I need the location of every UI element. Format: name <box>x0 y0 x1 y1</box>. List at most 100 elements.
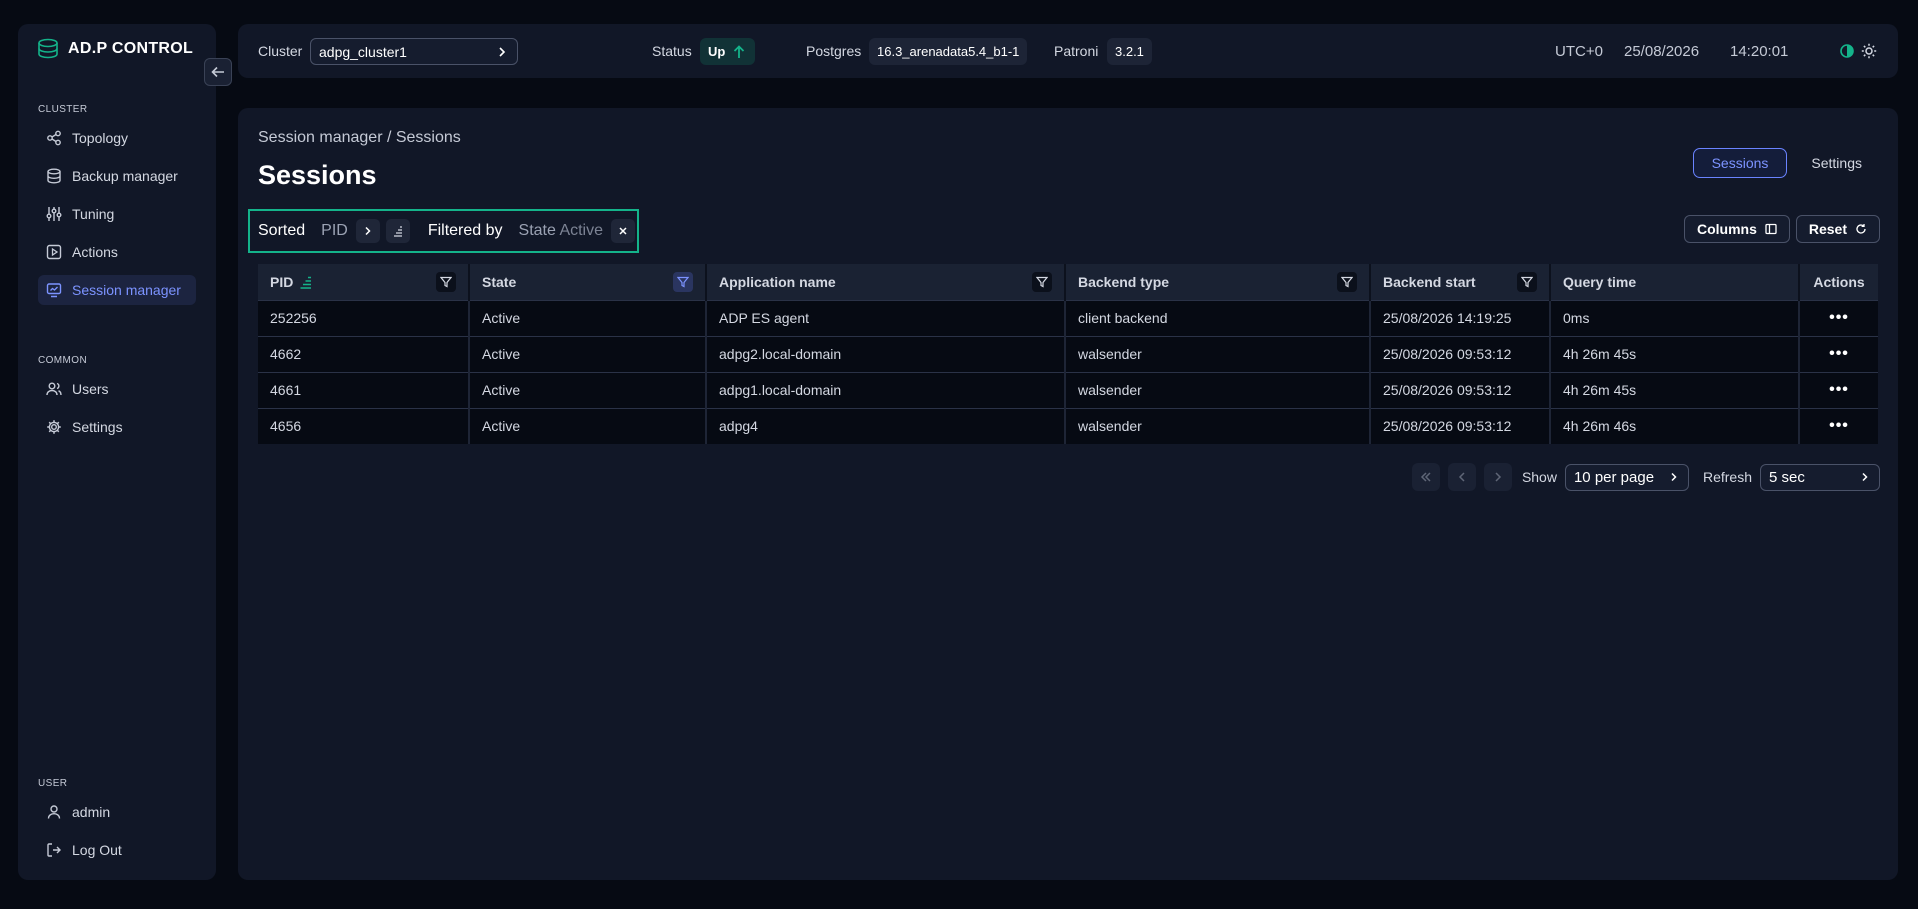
cell-pid: 252256 <box>258 299 470 336</box>
sidebar-item-logout[interactable]: Log Out <box>38 835 196 865</box>
collapse-sidebar-button[interactable] <box>204 58 232 86</box>
tab-sessions[interactable]: Sessions <box>1692 148 1788 178</box>
sort-desc-icon <box>300 276 312 289</box>
contrast-icon[interactable] <box>1839 43 1855 59</box>
first-page-button[interactable] <box>1411 463 1440 491</box>
sort-field-button[interactable] <box>355 219 380 243</box>
filter-icon <box>1521 276 1533 288</box>
sidebar-item-tuning[interactable]: Tuning <box>38 199 196 229</box>
column-header-state[interactable]: State <box>469 264 707 300</box>
cell-query-time: 4h 26m 45s <box>1550 371 1800 408</box>
status-label: Status <box>652 43 692 59</box>
cluster-value: adpg_cluster1 <box>319 43 407 60</box>
arrow-up-icon <box>734 44 745 58</box>
chevron-right-icon <box>499 47 506 57</box>
row-actions-button[interactable]: ••• <box>1829 309 1849 326</box>
row-actions-button[interactable]: ••• <box>1829 417 1849 434</box>
columns-button[interactable]: Columns <box>1683 215 1790 243</box>
cell-actions: ••• <box>1799 407 1878 444</box>
filter-button-application-name[interactable] <box>1032 271 1052 292</box>
main-panel: Session manager / Sessions Sessions Sess… <box>238 108 1898 880</box>
sidebar-item-session-manager[interactable]: Session manager <box>38 275 196 305</box>
cell-state: Active <box>469 371 707 408</box>
cell-backend-type: walsender <box>1065 407 1371 444</box>
sidebar: AD.P CONTROL CLUSTER Topology Backup man… <box>18 24 216 880</box>
tab-settings[interactable]: Settings <box>1793 148 1880 178</box>
column-header-query-time[interactable]: Query time <box>1550 264 1800 300</box>
filter-button-backend-start[interactable] <box>1517 271 1537 292</box>
column-header-application-name[interactable]: Application name <box>706 264 1066 300</box>
table-row[interactable]: 4656 Active adpg4 walsender 25/08/2026 0… <box>258 407 1878 444</box>
prev-page-button[interactable] <box>1447 463 1476 491</box>
column-header-backend-type[interactable]: Backend type <box>1065 264 1371 300</box>
table-row[interactable]: 4662 Active adpg2.local-domain walsender… <box>258 335 1878 372</box>
close-icon <box>619 227 627 235</box>
filter-icon <box>1036 276 1048 288</box>
sidebar-item-admin[interactable]: admin <box>38 797 196 827</box>
sun-icon[interactable] <box>1861 43 1877 59</box>
column-header-pid[interactable]: PID <box>258 264 470 300</box>
filter-icon <box>1341 276 1353 288</box>
table-actions: Columns Reset <box>1683 215 1880 243</box>
cell-state: Active <box>469 335 707 372</box>
chevron-left-icon <box>1458 472 1465 482</box>
table-row[interactable]: 252256 Active ADP ES agent client backen… <box>258 299 1878 336</box>
cell-backend-start: 25/08/2026 09:53:12 <box>1370 335 1551 372</box>
app-logo[interactable]: AD.P CONTROL <box>38 38 193 60</box>
logout-icon <box>47 843 61 857</box>
column-header-label: Application name <box>719 273 836 290</box>
sidebar-item-actions[interactable]: Actions <box>38 237 196 267</box>
sidebar-item-backup-manager[interactable]: Backup manager <box>38 161 196 191</box>
cluster-select[interactable]: adpg_cluster1 <box>310 38 518 65</box>
filter-chip: State Active <box>519 222 604 240</box>
cluster-label: Cluster <box>258 43 303 59</box>
row-actions-button[interactable]: ••• <box>1829 345 1849 362</box>
users-icon <box>46 382 62 396</box>
cell-backend-type: walsender <box>1065 335 1371 372</box>
filter-icon <box>440 276 452 288</box>
filter-field: State <box>518 222 556 239</box>
logo-text: AD.P CONTROL <box>68 40 194 57</box>
next-page-button[interactable] <box>1483 463 1512 491</box>
filter-button-backend-type[interactable] <box>1337 271 1357 292</box>
sort-direction-button[interactable] <box>385 219 410 243</box>
cell-query-time: 4h 26m 45s <box>1550 335 1800 372</box>
refresh-icon <box>1856 224 1866 234</box>
pagination: Show 10 per page Refresh 5 sec <box>1411 463 1880 491</box>
row-actions-button[interactable]: ••• <box>1829 381 1849 398</box>
per-page-select[interactable]: 10 per page <box>1564 463 1689 491</box>
database-icon <box>47 168 61 184</box>
reset-button[interactable]: Reset <box>1795 215 1880 243</box>
table-row[interactable]: 4661 Active adpg1.local-domain walsender… <box>258 371 1878 408</box>
refresh-interval-value: 5 sec <box>1769 468 1805 486</box>
section-title-cluster: CLUSTER <box>38 104 88 115</box>
cell-query-time: 0ms <box>1550 299 1800 336</box>
patroni-label: Patroni <box>1054 43 1099 59</box>
column-header-backend-start[interactable]: Backend start <box>1370 264 1551 300</box>
sidebar-item-label: Session manager <box>72 282 181 298</box>
show-label: Show <box>1521 469 1557 485</box>
cell-pid: 4656 <box>258 407 470 444</box>
sidebar-item-settings[interactable]: Settings <box>38 412 196 442</box>
sidebar-item-label: Users <box>72 381 109 397</box>
sidebar-item-label: Settings <box>72 419 123 435</box>
section-title-common: COMMON <box>38 355 88 366</box>
sort-desc-icon <box>393 226 402 237</box>
sidebar-item-topology[interactable]: Topology <box>38 123 196 153</box>
chevron-right-icon <box>1862 472 1868 482</box>
sidebar-item-users[interactable]: Users <box>38 374 196 404</box>
sorted-field: PID <box>321 222 348 239</box>
cell-pid: 4662 <box>258 335 470 372</box>
top-bar: Cluster adpg_cluster1 Status Up Postgres… <box>238 24 1898 78</box>
cell-application-name: adpg2.local-domain <box>706 335 1066 372</box>
refresh-label: Refresh <box>1702 469 1752 485</box>
column-header-label: Actions <box>1813 273 1865 290</box>
columns-icon <box>1765 223 1777 235</box>
reset-button-label: Reset <box>1808 221 1847 237</box>
sessions-table: PID State Application name Backend type … <box>258 264 1878 444</box>
refresh-interval-select[interactable]: 5 sec <box>1760 463 1880 491</box>
filter-button-state[interactable] <box>673 271 693 292</box>
clear-filter-button[interactable] <box>611 219 636 243</box>
cell-backend-start: 25/08/2026 09:53:12 <box>1370 407 1551 444</box>
filter-button-pid[interactable] <box>436 271 456 292</box>
